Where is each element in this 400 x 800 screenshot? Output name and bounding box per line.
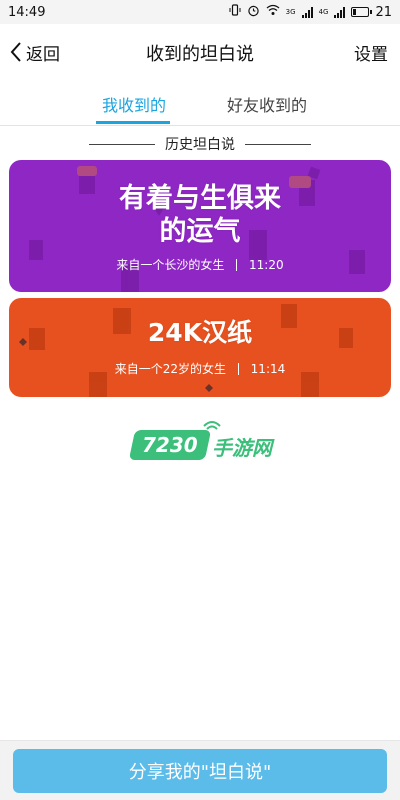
section-header: 历史坦白说 bbox=[0, 132, 400, 156]
wifi-icon bbox=[266, 4, 280, 20]
status-time: 14:49 bbox=[8, 4, 46, 20]
settings-button[interactable]: 设置 bbox=[354, 40, 388, 65]
card-title-line-2: 的运气 bbox=[159, 216, 241, 247]
card-meta: 来自一个长沙的女生 11:20 bbox=[9, 256, 391, 273]
tab-bar: 我收到的 好友收到的 bbox=[0, 84, 400, 126]
section-title: 历史坦白说 bbox=[165, 137, 235, 153]
watermark-badge: 7230 bbox=[128, 430, 212, 460]
network-3g-label: 3G bbox=[285, 7, 296, 16]
tab-active-indicator bbox=[96, 121, 170, 124]
card-sender: 来自一个22岁的女生 bbox=[114, 362, 227, 376]
vibrate-icon bbox=[229, 4, 241, 20]
section-divider-right bbox=[245, 143, 311, 145]
screen: 14:49 3G 4G 21 返回 收到的坦白说 设置 我收到的 好友收到的 历… bbox=[0, 0, 400, 800]
header: 返回 收到的坦白说 设置 bbox=[0, 24, 400, 80]
bottom-bar: 分享我的"坦白说" bbox=[0, 740, 400, 800]
card-meta: 来自一个22岁的女生 11:14 bbox=[9, 360, 391, 377]
card-time: 11:20 bbox=[249, 258, 284, 272]
battery-icon bbox=[351, 7, 373, 17]
confession-card[interactable]: 有着与生俱来 的运气 来自一个长沙的女生 11:20 bbox=[9, 160, 391, 292]
card-title: 有着与生俱来 的运气 bbox=[9, 182, 391, 248]
card-sender: 来自一个长沙的女生 bbox=[116, 258, 225, 272]
signal-icon-2 bbox=[334, 6, 346, 18]
watermark-number: 7230 bbox=[142, 433, 198, 457]
card-title: 24K汉纸 bbox=[147, 318, 253, 347]
tab-received[interactable]: 我收到的 bbox=[96, 92, 172, 116]
section-divider-left bbox=[89, 143, 155, 145]
alarm-icon bbox=[247, 4, 260, 21]
battery-level: 21 bbox=[375, 4, 392, 20]
share-button[interactable]: 分享我的"坦白说" bbox=[13, 749, 387, 793]
tab-friends-received[interactable]: 好友收到的 bbox=[222, 92, 312, 116]
status-bar: 14:49 3G 4G 21 bbox=[0, 0, 400, 24]
meta-divider bbox=[236, 259, 238, 271]
watermark-text: 手游网 bbox=[212, 436, 272, 460]
card-time: 11:14 bbox=[250, 362, 286, 376]
card-title-line-1: 有着与生俱来 bbox=[119, 183, 281, 214]
confession-card[interactable]: 24K汉纸 来自一个22岁的女生 11:14 bbox=[9, 298, 391, 397]
status-icons: 3G 4G 21 bbox=[229, 4, 392, 21]
meta-divider bbox=[237, 363, 239, 375]
signal-icon bbox=[301, 6, 313, 18]
watermark-logo: 7230 手游网 bbox=[128, 421, 282, 474]
page-title: 收到的坦白说 bbox=[146, 44, 254, 65]
network-4g-label: 4G bbox=[318, 7, 329, 16]
